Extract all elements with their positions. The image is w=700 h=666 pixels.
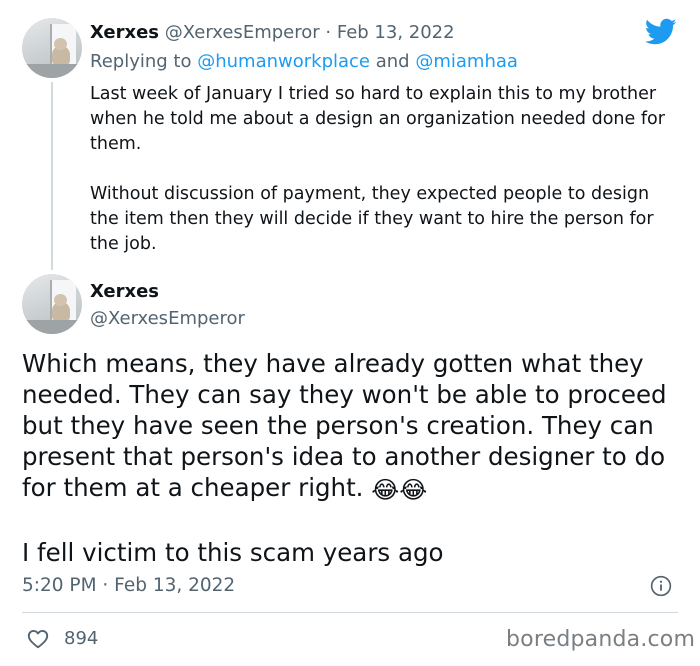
main-paragraph-1: Which means, they have already gotten wh… — [22, 348, 682, 506]
tweet-timestamp[interactable]: 5:20 PM · Feb 13, 2022 — [22, 575, 235, 596]
avatar-cat-head — [54, 294, 67, 306]
info-icon[interactable] — [650, 575, 672, 597]
replying-user-link-1[interactable]: @humanworkplace — [197, 51, 370, 72]
reply-paragraph-1: Last week of January I tried so hard to … — [90, 84, 665, 154]
avatar-sill — [22, 320, 82, 334]
reply-header: Xerxes @XerxesEmperor · Feb 13, 2022 — [90, 22, 455, 43]
laughing-tears-emoji: 😂😂 — [371, 476, 428, 504]
main-tweet-text: Which means, they have already gotten wh… — [22, 348, 682, 568]
heart-icon[interactable] — [26, 627, 50, 651]
thread-connector-line — [51, 82, 53, 270]
replying-prefix: Replying to — [90, 51, 192, 72]
avatar-sill — [22, 64, 82, 78]
main-handle[interactable]: @XerxesEmperor — [90, 308, 245, 329]
main-paragraph-2: I fell victim to this scam years ago — [22, 538, 444, 567]
reply-separator: · — [325, 22, 332, 43]
replying-to-line: Replying to @humanworkplace and @miamhaa — [90, 51, 518, 72]
like-count[interactable]: 894 — [64, 628, 98, 649]
reply-handle[interactable]: @XerxesEmperor — [165, 22, 320, 43]
main-paragraph-1-text: Which means, they have already gotten wh… — [22, 349, 667, 502]
replying-and: and — [375, 51, 410, 72]
reply-display-name[interactable]: Xerxes — [90, 22, 159, 43]
replying-user-link-2[interactable]: @miamhaa — [415, 51, 518, 72]
main-display-name[interactable]: Xerxes — [90, 281, 159, 302]
avatar-cat-head — [54, 38, 67, 50]
reply-date[interactable]: Feb 13, 2022 — [337, 22, 455, 43]
main-avatar[interactable] — [22, 274, 82, 334]
divider — [22, 612, 678, 613]
twitter-bird-icon[interactable] — [645, 18, 677, 46]
reply-paragraph-2: Without discussion of payment, they expe… — [90, 184, 654, 254]
boredpanda-watermark: boredpanda.com — [506, 627, 696, 652]
reply-tweet-text: Last week of January I tried so hard to … — [90, 82, 680, 257]
reply-avatar[interactable] — [22, 18, 82, 78]
